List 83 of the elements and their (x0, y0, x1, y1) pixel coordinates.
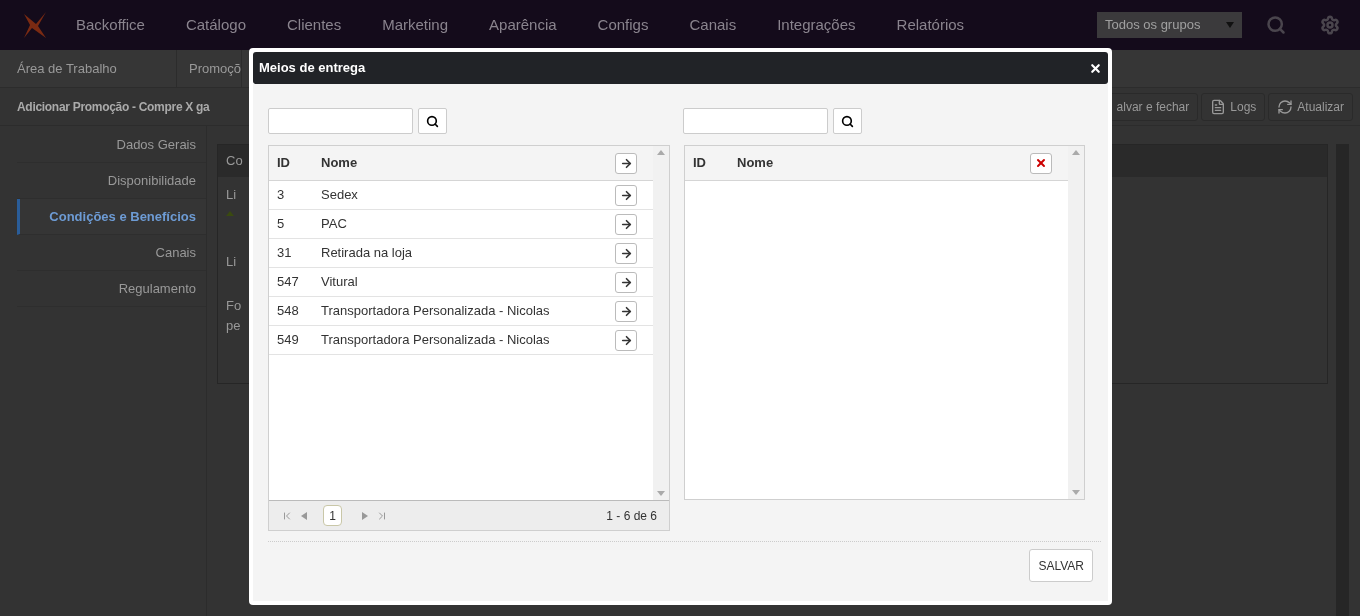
scroll-down-icon (1072, 490, 1080, 495)
toolbar-button[interactable]: Logs (1201, 92, 1266, 121)
content-text: Li (226, 186, 237, 204)
search-field[interactable] (268, 108, 413, 134)
modal-title: Meios de entrega (259, 59, 366, 78)
column-header: Nome (737, 154, 775, 173)
table-cell-text: PAC (321, 215, 348, 234)
document-icon (1210, 98, 1227, 115)
arrow-right-icon (619, 246, 633, 260)
arrow-right-icon (619, 156, 633, 170)
move-button[interactable] (615, 329, 637, 351)
move-button[interactable] (615, 242, 637, 264)
table-cell-text: 547 (277, 273, 300, 292)
content-text: Fo (226, 297, 242, 315)
scroll-up-icon (657, 150, 665, 155)
collapse-arrow-icon (226, 211, 234, 216)
table-row[interactable]: 3 Sedex (269, 181, 653, 210)
close-icon[interactable] (1089, 61, 1102, 75)
remove-all-button[interactable] (1030, 152, 1052, 174)
breadcrumb-tab[interactable]: Área de Trabalho (0, 50, 177, 87)
table-cell-text: 548 (277, 302, 300, 321)
search-icon (841, 114, 854, 128)
table-row[interactable]: 31 Retirada na loja (269, 239, 653, 268)
nav-link[interactable]: Aparência (489, 13, 557, 37)
move-button[interactable] (615, 213, 637, 235)
search-icon (426, 114, 439, 128)
move-button[interactable] (615, 271, 637, 293)
search-button[interactable] (418, 108, 447, 134)
save-button[interactable]: SALVAR (1029, 549, 1093, 582)
column-header: Nome (321, 154, 359, 173)
arrow-right-icon (619, 275, 633, 289)
arrow-right-icon (619, 304, 633, 318)
move-button[interactable] (615, 300, 637, 322)
nav-link[interactable]: Marketing (382, 13, 449, 37)
search-button[interactable] (833, 108, 862, 134)
table-row[interactable]: 547 Vitural (269, 268, 653, 297)
nav-link[interactable]: Clientes (287, 13, 342, 37)
table-cell-text: Sedex (321, 186, 359, 205)
search-field[interactable] (683, 108, 828, 134)
table-row[interactable]: 549 Transportadora Personalizada - Nicolas (269, 326, 653, 355)
table-cell-text: Transportadora Personalizada - Nicolas (321, 331, 551, 350)
sidebar-item[interactable]: Regulamento (17, 271, 206, 307)
table-cell-text: 3 (277, 186, 286, 205)
table-cell-text: 5 (277, 215, 286, 234)
close-icon (1035, 157, 1047, 169)
page-button[interactable]: 1 (323, 505, 342, 526)
group-select[interactable]: Todos os grupos (1097, 12, 1242, 38)
arrow-right-icon (619, 333, 633, 347)
table-cell-text: 549 (277, 331, 300, 350)
table-cell-text: Vitural (321, 273, 359, 292)
breadcrumb-tab[interactable]: Promoçõ (177, 50, 243, 87)
sidebar-item[interactable]: Canais (17, 235, 206, 271)
dropdown-caret-icon (1226, 22, 1234, 28)
scrollbar[interactable] (653, 146, 669, 500)
refresh-icon (1277, 98, 1294, 115)
brand-link[interactable]: Backoffice (76, 13, 145, 37)
table-row[interactable]: 5 PAC (269, 210, 653, 239)
arrow-right-icon (619, 217, 633, 231)
column-header: ID (693, 154, 707, 173)
panel-title: Co (226, 152, 243, 171)
arrow-right-icon (619, 188, 633, 202)
table-cell-text: Retirada na loja (321, 244, 414, 263)
scroll-up-icon (1072, 150, 1080, 155)
sidebar-item[interactable]: Dados Gerais (17, 127, 206, 163)
nav-link[interactable]: Configs (597, 13, 649, 37)
table-row[interactable]: 548 Transportadora Personalizada - Nicolas (269, 297, 653, 326)
table-cell-text: 31 (277, 244, 293, 263)
scrollbar[interactable] (1068, 146, 1084, 499)
nav-link[interactable]: Relatórios (896, 13, 965, 37)
move-all-button[interactable] (615, 152, 637, 174)
move-button[interactable] (615, 184, 637, 206)
page-title: Adicionar Promoção - Compre X ga (17, 98, 210, 116)
nav-link[interactable]: Canais (689, 13, 737, 37)
record-count: 1 - 6 de 6 (606, 507, 657, 525)
content-text: pe (226, 316, 241, 335)
nav-link[interactable]: Catálogo (185, 13, 246, 37)
table-cell-text: Transportadora Personalizada - Nicolas (321, 302, 551, 321)
column-header: ID (277, 154, 291, 173)
nav-link[interactable]: Integrações (777, 13, 856, 37)
toolbar-button[interactable]: Atualizar (1268, 92, 1353, 121)
sidebar-item[interactable]: Condições e Benefícios (17, 199, 206, 235)
scroll-down-icon (657, 491, 665, 496)
content-text: Li (226, 253, 237, 271)
